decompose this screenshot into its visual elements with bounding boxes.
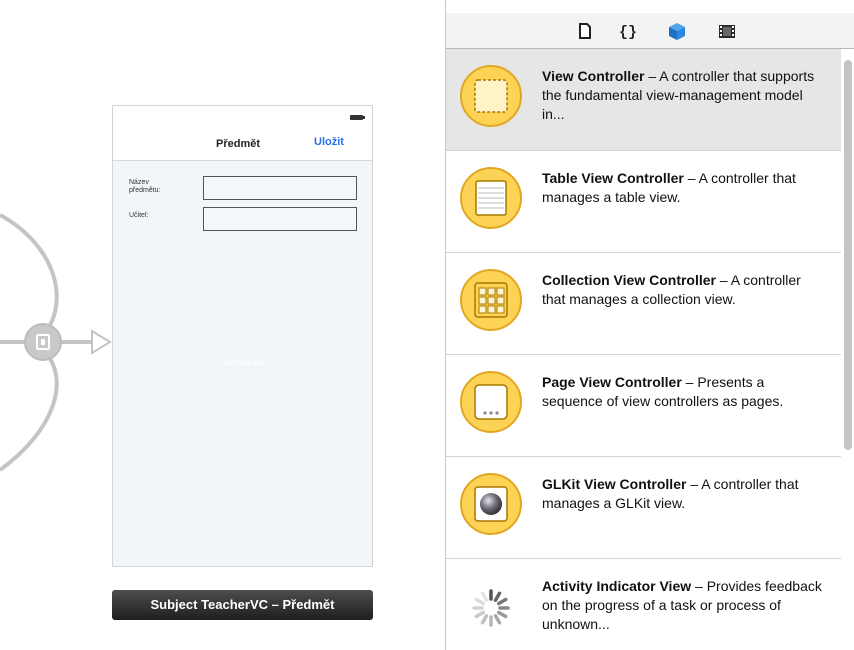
utilities-panel: {} View Controller – A controller that s… bbox=[445, 0, 854, 650]
subject-name-label: Název předmětu: bbox=[129, 179, 161, 194]
glkit-view-controller-icon bbox=[460, 473, 522, 535]
library-item-title: Page View Controller bbox=[542, 374, 682, 390]
battery-icon bbox=[350, 115, 365, 120]
view-controller-icon bbox=[460, 65, 522, 127]
scene-placeholder-text: View Controller bbox=[222, 361, 263, 367]
object-library-list[interactable]: View Controller – A controller that supp… bbox=[446, 49, 854, 650]
storyboard-canvas[interactable]: Předmět Uložit Název předmětu: Učitel: V… bbox=[0, 0, 424, 650]
save-bar-button[interactable]: Uložit bbox=[314, 136, 344, 148]
teacher-field[interactable] bbox=[203, 207, 357, 231]
library-selector-bar: {} bbox=[446, 13, 854, 49]
library-item-title: GLKit View Controller bbox=[542, 476, 687, 492]
object-library-icon[interactable] bbox=[667, 21, 687, 41]
media-library-icon[interactable] bbox=[717, 21, 737, 41]
library-item-title: Collection View Controller bbox=[542, 272, 716, 288]
library-item-title: Activity Indicator View bbox=[542, 578, 692, 594]
library-scrollbar[interactable] bbox=[844, 60, 852, 450]
library-item-title: Table View Controller bbox=[542, 170, 684, 186]
file-template-icon[interactable] bbox=[575, 21, 595, 41]
scene-label[interactable]: Subject TeacherVC – Předmět bbox=[112, 590, 373, 620]
activity-indicator-icon bbox=[460, 577, 522, 639]
code-snippet-icon[interactable]: {} bbox=[618, 21, 638, 41]
scene-view-controller[interactable]: Předmět Uložit Název předmětu: Učitel: V… bbox=[112, 105, 373, 567]
library-item-collection-view-controller[interactable]: Collection View Controller – A controlle… bbox=[446, 253, 841, 355]
table-view-controller-icon bbox=[460, 167, 522, 229]
collection-view-controller-icon bbox=[460, 269, 522, 331]
library-item-table-view-controller[interactable]: Table View Controller – A controller tha… bbox=[446, 151, 841, 253]
page-view-controller-icon bbox=[460, 371, 522, 433]
subject-name-field[interactable] bbox=[203, 176, 357, 200]
svg-text:{}: {} bbox=[619, 24, 637, 41]
library-item-page-view-controller[interactable]: Page View Controller – Presents a sequen… bbox=[446, 355, 841, 457]
library-item-activity-indicator-view[interactable]: Activity Indicator View – Provides feedb… bbox=[446, 559, 841, 650]
teacher-label: Učitel: bbox=[129, 212, 149, 219]
library-item-glkit-view-controller[interactable]: GLKit View Controller – A controller tha… bbox=[446, 457, 841, 559]
library-item-view-controller[interactable]: View Controller – A controller that supp… bbox=[446, 49, 841, 151]
nav-title: Předmět bbox=[216, 138, 261, 150]
segue-icon[interactable] bbox=[24, 323, 62, 361]
navigation-bar: Předmět Uložit bbox=[113, 106, 372, 161]
library-item-title: View Controller bbox=[542, 68, 645, 84]
